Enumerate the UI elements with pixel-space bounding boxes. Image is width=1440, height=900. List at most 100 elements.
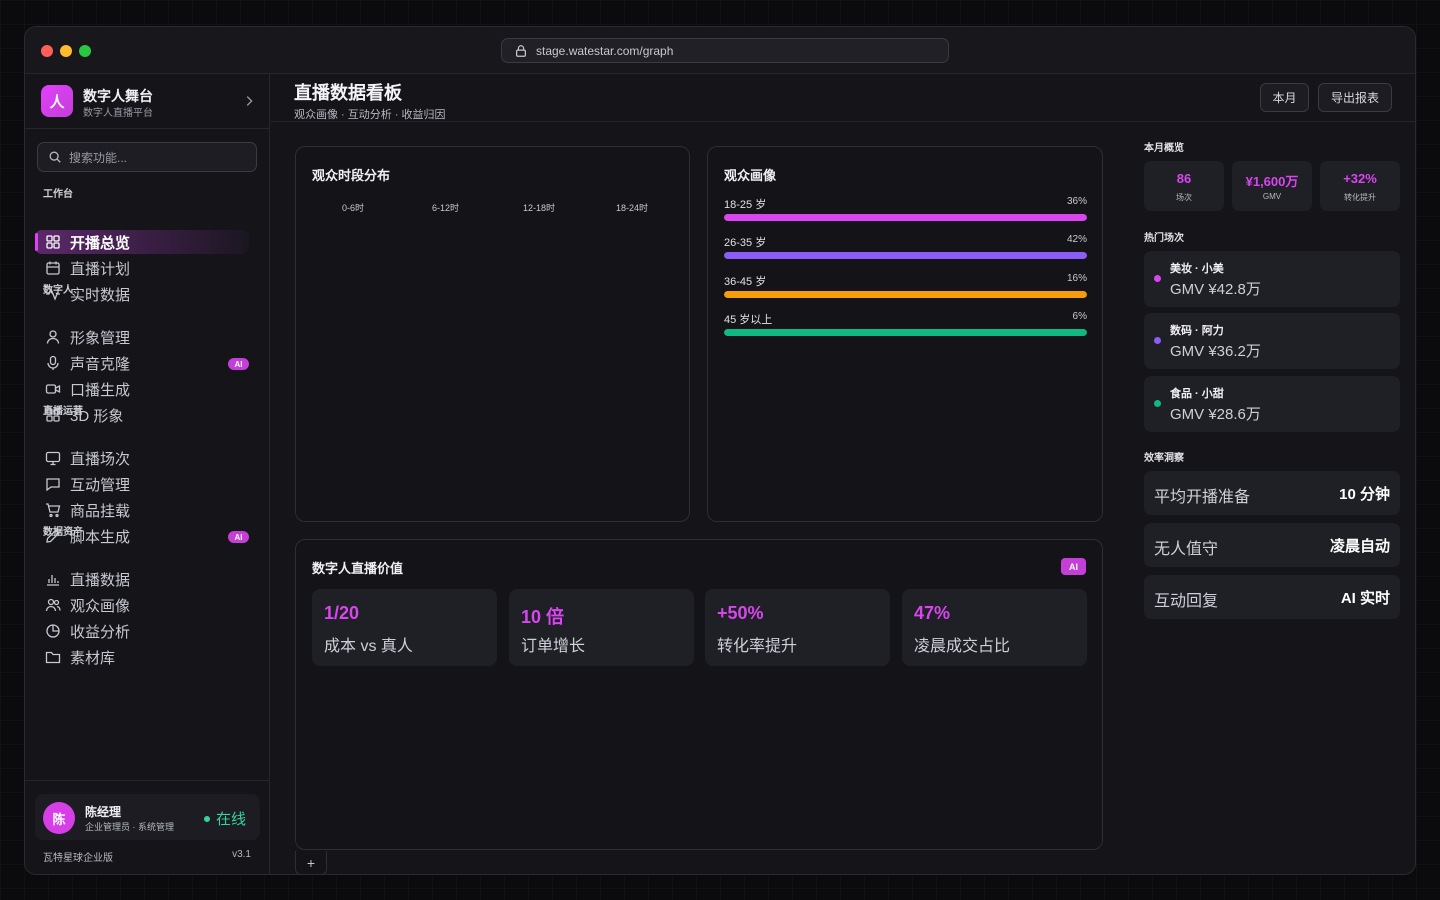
close-window-button[interactable] (41, 45, 53, 57)
age-group-percent: 36% (1066, 196, 1087, 207)
stat-value: +32% (1343, 171, 1377, 186)
status-badge: 在线 (203, 808, 246, 829)
ai-badge: AI (1061, 558, 1086, 575)
value-card: 10 倍 订单增长 (509, 589, 694, 666)
brand-switcher[interactable]: 人 数字人舞台 数字人直播平台 (41, 85, 256, 119)
value-label: 成本 vs 真人 (324, 638, 413, 655)
value-card: 1/20 成本 vs 真人 (312, 589, 497, 666)
stat-value: ¥1,600万 (1245, 174, 1299, 189)
sidebar-item-voice-clone[interactable]: 声音克隆 AI (35, 351, 249, 375)
video-icon (45, 384, 61, 394)
grid-icon (46, 235, 60, 249)
hot-session-card[interactable]: 美妆 · 小美 GMV ¥42.8万 (1144, 251, 1400, 307)
users-icon (45, 598, 61, 612)
sidebar-item-overview[interactable]: 开播总览 (35, 230, 249, 254)
cart-icon (46, 503, 61, 518)
sidebar-item-revenue[interactable]: 收益分析 (35, 619, 249, 643)
stat-card: ¥1,600万 GMV (1232, 161, 1312, 211)
calendar-icon (46, 261, 60, 275)
progress-fill (724, 214, 1087, 221)
sidebar-item-label: 观众画像 (70, 597, 131, 615)
age-group-label: 18-25 岁 (724, 199, 767, 211)
hot-session-gmv: GMV ¥28.6万 (1170, 406, 1261, 423)
efficiency-value: 凌晨自动 (1329, 538, 1390, 555)
hot-session-card[interactable]: 食品 · 小甜 GMV ¥28.6万 (1144, 376, 1400, 432)
efficiency-row: 互动回复 AI 实时 (1144, 575, 1400, 619)
sidebar-item-label: 声音克隆 (70, 355, 131, 373)
status-text: 在线 (215, 811, 246, 828)
folder-icon (45, 651, 61, 664)
time-distribution-panel: 观众时段分布 0-6时 6-12时 12-18时 18-24时 (295, 146, 690, 522)
value-number: +50% (717, 603, 764, 623)
status-dot-icon (203, 815, 210, 822)
age-group-label: 26-35 岁 (724, 237, 767, 249)
panel-title: 观众画像 (724, 168, 777, 183)
month-filter-button[interactable]: 本月 (1260, 83, 1309, 112)
maximize-window-button[interactable] (79, 45, 91, 57)
sidebar-item-live-sessions[interactable]: 直播场次 (35, 446, 249, 470)
search-icon (49, 151, 61, 163)
hot-session-card[interactable]: 数码 · 阿力 GMV ¥36.2万 (1144, 313, 1400, 369)
address-bar[interactable]: stage.watestar.com/graph (501, 38, 949, 63)
ai-badge: AI (228, 531, 249, 543)
user-card[interactable]: 陈 陈经理 企业管理员 · 系统管理 在线 (35, 794, 260, 840)
divider (25, 128, 269, 129)
edition-label: 瓦特星球企业版 (43, 853, 113, 864)
app-window: stage.watestar.com/graph 人 数字人舞台 数字人直播平台… (24, 26, 1416, 875)
stat-value: 86 (1176, 171, 1192, 186)
brand-subtitle: 数字人直播平台 (83, 108, 153, 119)
lock-icon (516, 44, 526, 57)
chevron-right-icon (246, 96, 253, 106)
color-dot-icon (1154, 400, 1161, 407)
sidebar-item-label: 互动管理 (70, 476, 131, 494)
hot-session-gmv: GMV ¥42.8万 (1170, 281, 1261, 298)
sidebar-item-live-plan[interactable]: 直播计划 (35, 256, 249, 280)
time-slot-label: 6-12时 (432, 203, 460, 213)
efficiency-row: 无人值守 凌晨自动 (1144, 523, 1400, 567)
hot-sessions-heading: 热门场次 (1144, 233, 1184, 244)
sidebar-item-label: 开播总览 (70, 234, 131, 252)
value-card: +50% 转化率提升 (705, 589, 890, 666)
monitor-icon (45, 451, 61, 466)
avatar: 陈 (43, 802, 75, 834)
stat-label: 转化提升 (1344, 193, 1376, 202)
sidebar-item-audience[interactable]: 观众画像 (35, 593, 249, 617)
panel-title: 观众时段分布 (312, 168, 391, 183)
divider (25, 780, 269, 781)
progress-track (724, 214, 1087, 221)
user-name: 陈经理 (85, 805, 122, 819)
minimize-window-button[interactable] (60, 45, 72, 57)
age-group-label: 36-45 岁 (724, 276, 767, 288)
sidebar-item-label: 口播生成 (70, 381, 131, 399)
title-bar: stage.watestar.com/graph (25, 27, 1415, 74)
sidebar-item-avatar-manage[interactable]: 形象管理 (35, 325, 249, 349)
progress-track (724, 329, 1087, 336)
nav-section-live-ops: 直播运营 (43, 406, 83, 417)
sidebar-item-label: 直播数据 (70, 571, 131, 589)
sidebar-item-label: 形象管理 (70, 329, 131, 347)
nav-section-data-assets: 数据资产 (43, 527, 83, 538)
stat-label: 场次 (1176, 193, 1192, 202)
add-widget-button[interactable]: + (295, 851, 327, 874)
value-panel: 数字人直播价值 AI 1/20 成本 vs 真人 10 倍 订单增长 +50% … (295, 539, 1103, 850)
efficiency-row: 平均开播准备 10 分钟 (1144, 471, 1400, 515)
export-report-button[interactable]: 导出报表 (1318, 83, 1392, 112)
sidebar-item-interaction[interactable]: 互动管理 (35, 472, 249, 496)
pie-chart-icon (46, 624, 60, 638)
value-label: 转化率提升 (717, 638, 798, 655)
user-icon (46, 330, 60, 344)
sidebar-item-label: 直播场次 (70, 450, 131, 468)
progress-fill (724, 252, 1087, 259)
sidebar-item-assets[interactable]: 素材库 (35, 645, 249, 669)
search-placeholder: 搜索功能... (69, 150, 128, 165)
sidebar-item-speech-gen[interactable]: 口播生成 (35, 377, 249, 401)
efficiency-heading: 效率洞察 (1144, 453, 1184, 464)
sidebar-item-label: 商品挂载 (70, 502, 131, 520)
time-slot-label: 18-24时 (616, 203, 649, 213)
hot-session-name: 数码 · 阿力 (1170, 325, 1224, 337)
search-input[interactable]: 搜索功能... (37, 142, 257, 172)
sidebar-item-products[interactable]: 商品挂载 (35, 498, 249, 522)
nav-section-digital-human: 数字人 (43, 285, 73, 296)
audience-portrait-panel: 观众画像 18-25 岁 36% 26-35 岁 42% 36-45 岁 16%… (707, 146, 1103, 522)
sidebar-item-live-data[interactable]: 直播数据 (35, 567, 249, 591)
